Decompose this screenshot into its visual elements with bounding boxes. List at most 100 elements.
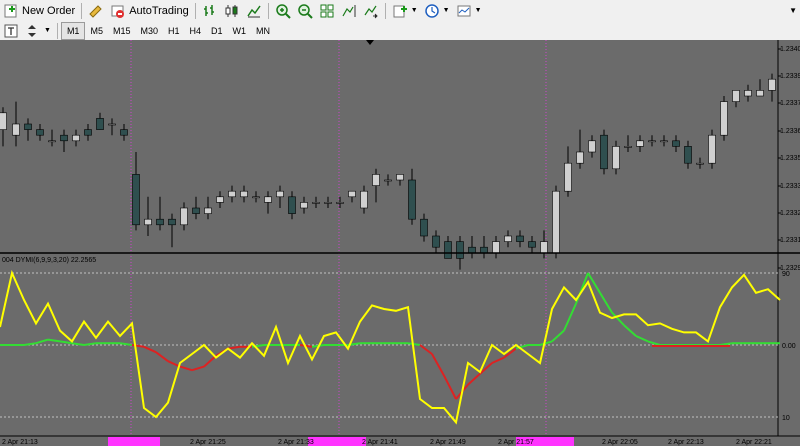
- indicator-level-label: 0.00: [782, 343, 796, 350]
- candle-body: [732, 90, 740, 102]
- candle-body: [588, 140, 596, 153]
- new-order-button[interactable]: New Order: [0, 2, 78, 20]
- chart-window[interactable]: 1.2340 1.2339 1.2337 1.2336 1.2335 1.2333 1.23…: [0, 40, 800, 446]
- candle-body: [756, 90, 764, 97]
- candle-body: [540, 241, 548, 254]
- price-scale-label: 1.2340: [780, 46, 800, 53]
- candle-body: [576, 151, 584, 164]
- autoscroll-icon: [364, 5, 378, 18]
- zoom-in-button[interactable]: [272, 2, 294, 20]
- candle-body: [120, 129, 128, 136]
- price-scale-label: 1.2333: [780, 183, 800, 190]
- price-scale-label: 1.2336: [780, 128, 800, 135]
- auto-trading-label: AutoTrading: [129, 4, 189, 17]
- toolbar-menu-button[interactable]: ▼: [786, 2, 800, 20]
- indicators-button[interactable]: ▼: [389, 2, 421, 20]
- bar-chart-icon: [203, 4, 214, 16]
- chart-shift-button[interactable]: [338, 2, 360, 20]
- candle-body: [432, 235, 440, 248]
- candle-body: [420, 218, 428, 237]
- price-scale-label: 1.2335: [780, 155, 800, 162]
- auto-trading-icon: [111, 5, 125, 18]
- new-order-label: New Order: [22, 4, 76, 17]
- candle-body: [0, 112, 7, 130]
- candle-body: [48, 140, 56, 143]
- candle-body: [60, 134, 68, 142]
- chevron-down-icon: ▼: [442, 7, 450, 14]
- auto-trading-button[interactable]: AutoTrading: [107, 2, 192, 20]
- timeframe-w1-button[interactable]: W1: [228, 23, 252, 39]
- toolbar-separator: [81, 2, 83, 19]
- signal-line-segment: [551, 329, 565, 343]
- candle-body: [648, 140, 656, 143]
- signal-line-segment: [491, 356, 505, 364]
- autoscroll-button[interactable]: [360, 2, 382, 20]
- candle-body: [372, 174, 380, 186]
- time-axis-label: 2 Apr 21:41: [362, 439, 398, 446]
- signal-line-segment: [23, 342, 37, 346]
- candle-body: [612, 146, 620, 170]
- candle-body: [336, 202, 344, 204]
- signal-line-segment: [443, 375, 457, 400]
- timeframe-h1-button[interactable]: H1: [163, 23, 185, 39]
- zoom-out-button[interactable]: [294, 2, 316, 20]
- signal-line-segment: [539, 340, 553, 346]
- timeframe-d1-button[interactable]: D1: [206, 23, 228, 39]
- price-scale-label: 1.2339: [780, 73, 800, 80]
- pencil-book-icon: [89, 4, 102, 18]
- chart-canvas[interactable]: 1.2340 1.2339 1.2337 1.2336 1.2335 1.2333 1.23…: [0, 40, 800, 446]
- timeframe-mn-button[interactable]: MN: [251, 23, 275, 39]
- candle-body: [300, 202, 308, 209]
- candle-body: [240, 190, 248, 198]
- bar-chart-button[interactable]: [199, 2, 221, 20]
- candle-body: [768, 78, 776, 91]
- candle-body: [216, 196, 224, 203]
- time-axis-label: 2 Apr 21:25: [190, 439, 226, 446]
- candlestick-icon: [225, 4, 238, 17]
- timeframe-h4-button[interactable]: H4: [185, 23, 207, 39]
- line-chart-button[interactable]: [243, 2, 265, 20]
- tile-windows-icon: [320, 4, 334, 17]
- arrows-button[interactable]: ▼: [22, 22, 54, 40]
- candle-body: [456, 241, 464, 259]
- text-label-icon: [4, 24, 18, 37]
- candle-body: [108, 123, 116, 126]
- candlestick-button[interactable]: [221, 2, 243, 20]
- price-scale-label: 1.2337: [780, 100, 800, 107]
- timeframe-m30-button[interactable]: M30: [135, 23, 163, 39]
- templates-button[interactable]: ▼: [453, 2, 485, 20]
- line-chart-icon: [247, 5, 261, 17]
- time-axis-label: 2 Apr 21:57: [498, 439, 534, 446]
- signal-line-segment: [431, 353, 445, 377]
- period-highlight: [108, 437, 160, 446]
- candle-body: [504, 235, 512, 242]
- candle-body: [684, 146, 692, 164]
- signal-line-segment: [59, 340, 73, 345]
- periods-button[interactable]: ▼: [421, 2, 453, 20]
- text-label-button[interactable]: [0, 22, 22, 40]
- tile-windows-button[interactable]: [316, 2, 338, 20]
- candle-body: [696, 162, 704, 165]
- signal-line-segment: [419, 344, 433, 355]
- signal-line-segment: [719, 342, 733, 346]
- toolbar-separator: [384, 2, 386, 19]
- timeframe-m5-button[interactable]: M5: [85, 23, 108, 39]
- period-highlight: [308, 437, 366, 446]
- signal-line-segment: [179, 365, 193, 372]
- timeframe-m15-button[interactable]: M15: [108, 23, 136, 39]
- signal-line-segment: [203, 355, 217, 368]
- candle-body: [324, 202, 332, 204]
- time-axis-label: 2 Apr 22:05: [602, 439, 638, 446]
- timeframe-m1-button[interactable]: M1: [60, 21, 86, 40]
- time-axis-label: 2 Apr 21:49: [430, 439, 466, 446]
- signal-line-segment: [467, 373, 481, 386]
- candle-body: [72, 134, 80, 142]
- candle-body: [480, 246, 488, 254]
- candle-body: [360, 190, 368, 209]
- candle-body: [24, 123, 32, 130]
- candle-body: [552, 190, 560, 254]
- metaeditor-button[interactable]: [85, 2, 107, 20]
- chart-shift-icon: [342, 4, 356, 17]
- candle-body: [660, 140, 668, 143]
- candle-body: [252, 196, 260, 199]
